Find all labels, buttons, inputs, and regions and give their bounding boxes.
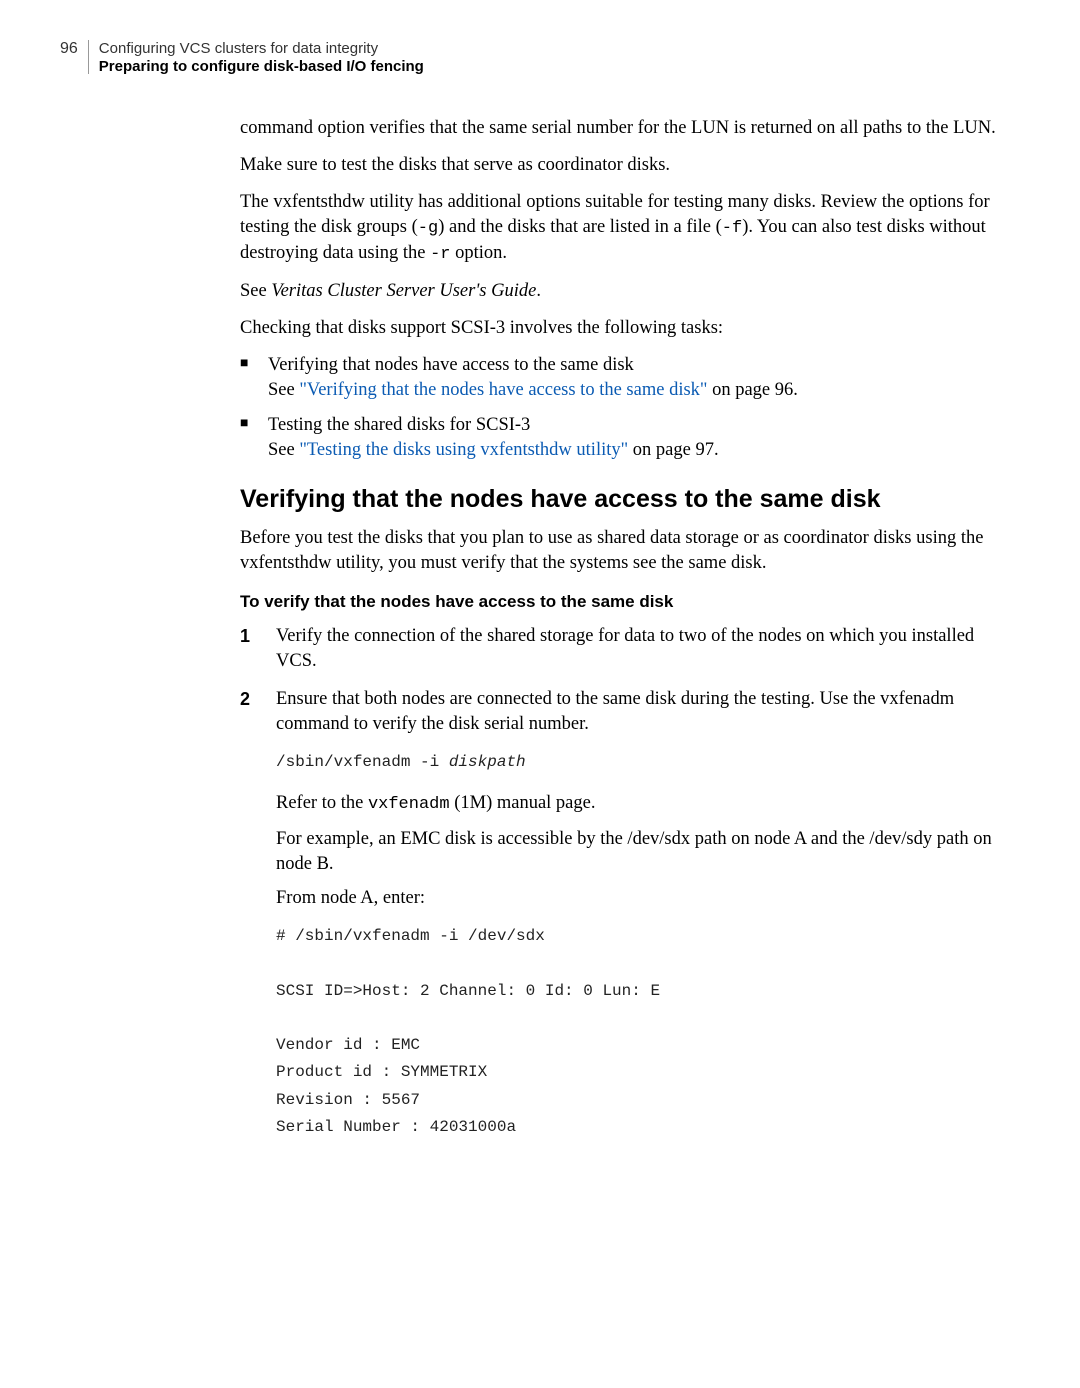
code-placeholder: diskpath <box>449 753 526 771</box>
paragraph: See Veritas Cluster Server User's Guide. <box>240 279 1000 304</box>
text-run: on page 97. <box>628 440 718 460</box>
code-inline: vxfenadm <box>368 795 450 814</box>
list-item: Verifying that nodes have access to the … <box>240 353 1000 403</box>
text-run: on page 96. <box>707 380 797 400</box>
text-run: Refer to the <box>276 793 368 813</box>
step-item: 2 Ensure that both nodes are connected t… <box>240 687 1000 1140</box>
list-text: Testing the shared disks for SCSI-3 <box>268 415 530 435</box>
step-body: Ensure that both nodes are connected to … <box>276 687 1000 1140</box>
section-heading: Verifying that the nodes have access to … <box>240 485 1000 514</box>
step-text: From node A, enter: <box>276 886 1000 911</box>
paragraph: command option verifies that the same se… <box>240 116 1000 141</box>
book-title: Veritas Cluster Server User's Guide <box>271 281 536 301</box>
cross-ref-link[interactable]: "Testing the disks using vxfentsthdw uti… <box>299 440 628 460</box>
steps-list: 1 Verify the connection of the shared st… <box>240 624 1000 1141</box>
code-block: # /sbin/vxfenadm -i /dev/sdx SCSI ID=>Ho… <box>276 923 1000 1141</box>
list-item: Testing the shared disks for SCSI-3 See … <box>240 413 1000 463</box>
text-run: option. <box>451 243 508 263</box>
page-number: 96 <box>60 40 78 58</box>
header-section: Preparing to configure disk-based I/O fe… <box>99 58 424 76</box>
list-text: Verifying that nodes have access to the … <box>268 355 634 375</box>
paragraph: The vxfentsthdw utility has additional o… <box>240 190 1000 267</box>
step-number: 1 <box>240 624 250 648</box>
paragraph: Checking that disks support SCSI-3 invol… <box>240 316 1000 341</box>
step-text: Refer to the vxfenadm (1M) manual page. <box>276 791 1000 817</box>
page-container: 96 Configuring VCS clusters for data int… <box>0 0 1080 1215</box>
code-inline: -r <box>430 245 450 264</box>
bullet-list: Verifying that nodes have access to the … <box>240 353 1000 463</box>
text-run: See <box>240 281 271 301</box>
code-block: /sbin/vxfenadm -i diskpath <box>276 749 1000 776</box>
header-text-block: Configuring VCS clusters for data integr… <box>99 40 424 76</box>
page-header: 96 Configuring VCS clusters for data int… <box>60 40 1000 76</box>
step-body: Verify the connection of the shared stor… <box>276 624 1000 674</box>
step-text: Ensure that both nodes are connected to … <box>276 687 1000 737</box>
main-content: command option verifies that the same se… <box>240 116 1000 1141</box>
cross-ref-link[interactable]: "Verifying that the nodes have access to… <box>299 380 707 400</box>
text-run: See <box>268 440 299 460</box>
procedure-title: To verify that the nodes have access to … <box>240 592 1000 612</box>
paragraph: Make sure to test the disks that serve a… <box>240 153 1000 178</box>
step-text: Verify the connection of the shared stor… <box>276 624 1000 674</box>
header-divider <box>88 40 89 74</box>
step-number: 2 <box>240 687 250 711</box>
text-run: (1M) manual page. <box>450 793 596 813</box>
text-run: ) and the disks that are listed in a fil… <box>438 217 722 237</box>
step-text: For example, an EMC disk is accessible b… <box>276 827 1000 877</box>
paragraph: Before you test the disks that you plan … <box>240 526 1000 576</box>
step-item: 1 Verify the connection of the shared st… <box>240 624 1000 674</box>
code-inline: -g <box>418 219 438 238</box>
code-text: /sbin/vxfenadm -i <box>276 753 449 771</box>
text-run: . <box>536 281 541 301</box>
header-chapter: Configuring VCS clusters for data integr… <box>99 40 424 58</box>
text-run: See <box>268 380 299 400</box>
code-inline: -f <box>722 219 742 238</box>
